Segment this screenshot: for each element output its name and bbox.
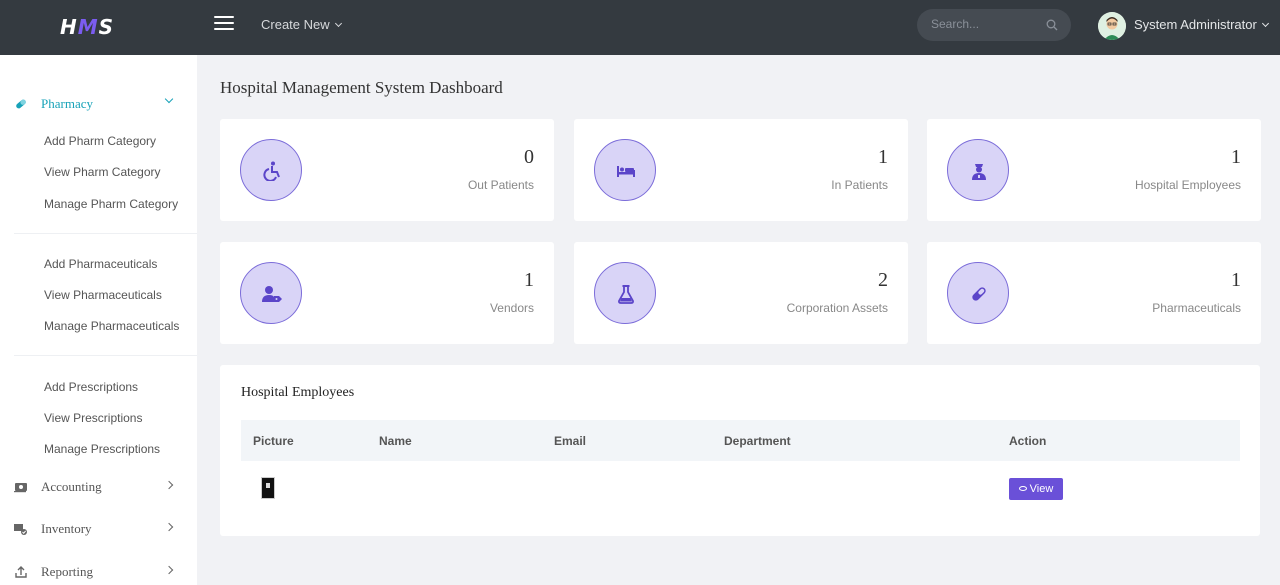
sidebar-subitem-manage-pharm-category[interactable]: Manage Pharm Category	[44, 197, 178, 211]
stat-count: 1	[878, 146, 888, 168]
card-icon-circle	[240, 139, 302, 201]
chevron-right-icon	[164, 522, 174, 532]
stat-card-pharmaceuticals[interactable]: 1 Pharmaceuticals	[927, 242, 1261, 344]
stat-card-out-patients[interactable]: 0 Out Patients	[220, 119, 554, 221]
stat-card-vendors[interactable]: 1 Vendors	[220, 242, 554, 344]
stat-label: Out Patients	[467, 178, 534, 192]
stat-label: Corporation Assets	[786, 301, 888, 315]
truck-icon	[14, 524, 27, 535]
sidebar-subitem-manage-pharmaceuticals[interactable]: Manage Pharmaceuticals	[44, 319, 179, 333]
sidebar-item-accounting[interactable]: Accounting	[0, 472, 197, 502]
app-logo[interactable]: HMS	[60, 15, 114, 39]
column-header-department[interactable]: Department	[724, 434, 791, 448]
stat-count: 1	[524, 269, 534, 291]
bed-icon	[617, 166, 635, 177]
view-button[interactable]: View	[1009, 478, 1063, 500]
user-nurse-icon	[972, 164, 986, 180]
pills-icon	[16, 99, 26, 109]
user-tag-icon	[262, 286, 282, 302]
sidebar-item-reporting[interactable]: Reporting	[0, 557, 197, 585]
card-icon-circle	[594, 139, 656, 201]
sidebar-item-label: Accounting	[41, 479, 102, 494]
employee-picture	[261, 477, 275, 499]
stat-count: 1	[1231, 269, 1241, 291]
sidebar-item-label: Inventory	[41, 521, 92, 536]
sidebar-subitem-add-pharmaceuticals[interactable]: Add Pharmaceuticals	[44, 257, 157, 271]
card-icon-circle	[240, 262, 302, 324]
chevron-right-icon	[164, 480, 174, 490]
column-header-email[interactable]: Email	[554, 434, 586, 448]
upload-icon	[15, 566, 27, 578]
page-title: Hospital Management System Dashboard	[220, 78, 503, 97]
chevron-down-icon	[1261, 19, 1269, 28]
money-icon	[14, 483, 27, 493]
avatar[interactable]	[1098, 12, 1126, 40]
flask-icon	[618, 285, 634, 304]
panel-title: Hospital Employees	[241, 385, 355, 400]
wheelchair-icon	[263, 161, 280, 181]
column-header-name[interactable]: Name	[379, 434, 412, 448]
sidebar-item-label: Pharmacy	[41, 96, 93, 111]
column-header-picture[interactable]: Picture	[253, 434, 294, 448]
sidebar-subitem-add-pharm-category[interactable]: Add Pharm Category	[44, 134, 156, 148]
stat-count: 0	[524, 146, 534, 168]
sidebar-item-label: Reporting	[41, 564, 93, 579]
chevron-down-icon	[334, 19, 342, 28]
stat-count: 1	[1231, 146, 1241, 168]
hospital-employees-panel: Hospital Employees Picture Name Email De…	[220, 365, 1260, 536]
sidebar-subitem-manage-prescriptions[interactable]: Manage Prescriptions	[44, 442, 160, 456]
stat-label: Vendors	[489, 301, 534, 315]
stat-count: 2	[878, 269, 888, 291]
card-icon-circle	[947, 262, 1009, 324]
stat-card-corporation-assets[interactable]: 2 Corporation Assets	[574, 242, 908, 344]
stat-label: In Patients	[831, 178, 888, 192]
sidebar-subitem-view-prescriptions[interactable]: View Prescriptions	[44, 411, 142, 425]
chevron-right-icon	[164, 565, 174, 575]
eye-icon	[1018, 486, 1027, 491]
stat-card-in-patients[interactable]: 1 In Patients	[574, 119, 908, 221]
capsule-icon	[972, 287, 986, 301]
menu-toggle-icon[interactable]	[214, 16, 234, 32]
divider	[14, 355, 197, 356]
stat-card-hospital-employees[interactable]: 1 Hospital Employees	[927, 119, 1261, 221]
column-header-action[interactable]: Action	[1009, 434, 1046, 448]
sidebar-subitem-view-pharm-category[interactable]: View Pharm Category	[44, 165, 161, 179]
sidebar-item-pharmacy[interactable]: Pharmacy	[0, 89, 197, 119]
create-new-dropdown[interactable]: Create New	[261, 17, 342, 32]
stat-label: Pharmaceuticals	[1152, 301, 1241, 315]
search-icon[interactable]	[1046, 19, 1058, 31]
chevron-down-icon	[164, 94, 174, 104]
top-navbar: HMS Create New System Administrator	[0, 0, 1280, 55]
sidebar-subitem-view-pharmaceuticals[interactable]: View Pharmaceuticals	[44, 288, 162, 302]
card-icon-circle	[594, 262, 656, 324]
table-header: Picture Name Email Department Action	[241, 420, 1240, 461]
divider	[14, 233, 197, 234]
search-input[interactable]	[931, 17, 1041, 31]
sidebar-item-inventory[interactable]: Inventory	[0, 514, 197, 544]
card-icon-circle	[947, 139, 1009, 201]
stat-label: Hospital Employees	[1134, 178, 1241, 192]
search-box	[917, 9, 1071, 41]
sidebar: Pharmacy Add Pharm Category View Pharm C…	[0, 55, 197, 585]
sidebar-subitem-add-prescriptions[interactable]: Add Prescriptions	[44, 380, 138, 394]
user-menu[interactable]: System Administrator	[1134, 17, 1269, 32]
